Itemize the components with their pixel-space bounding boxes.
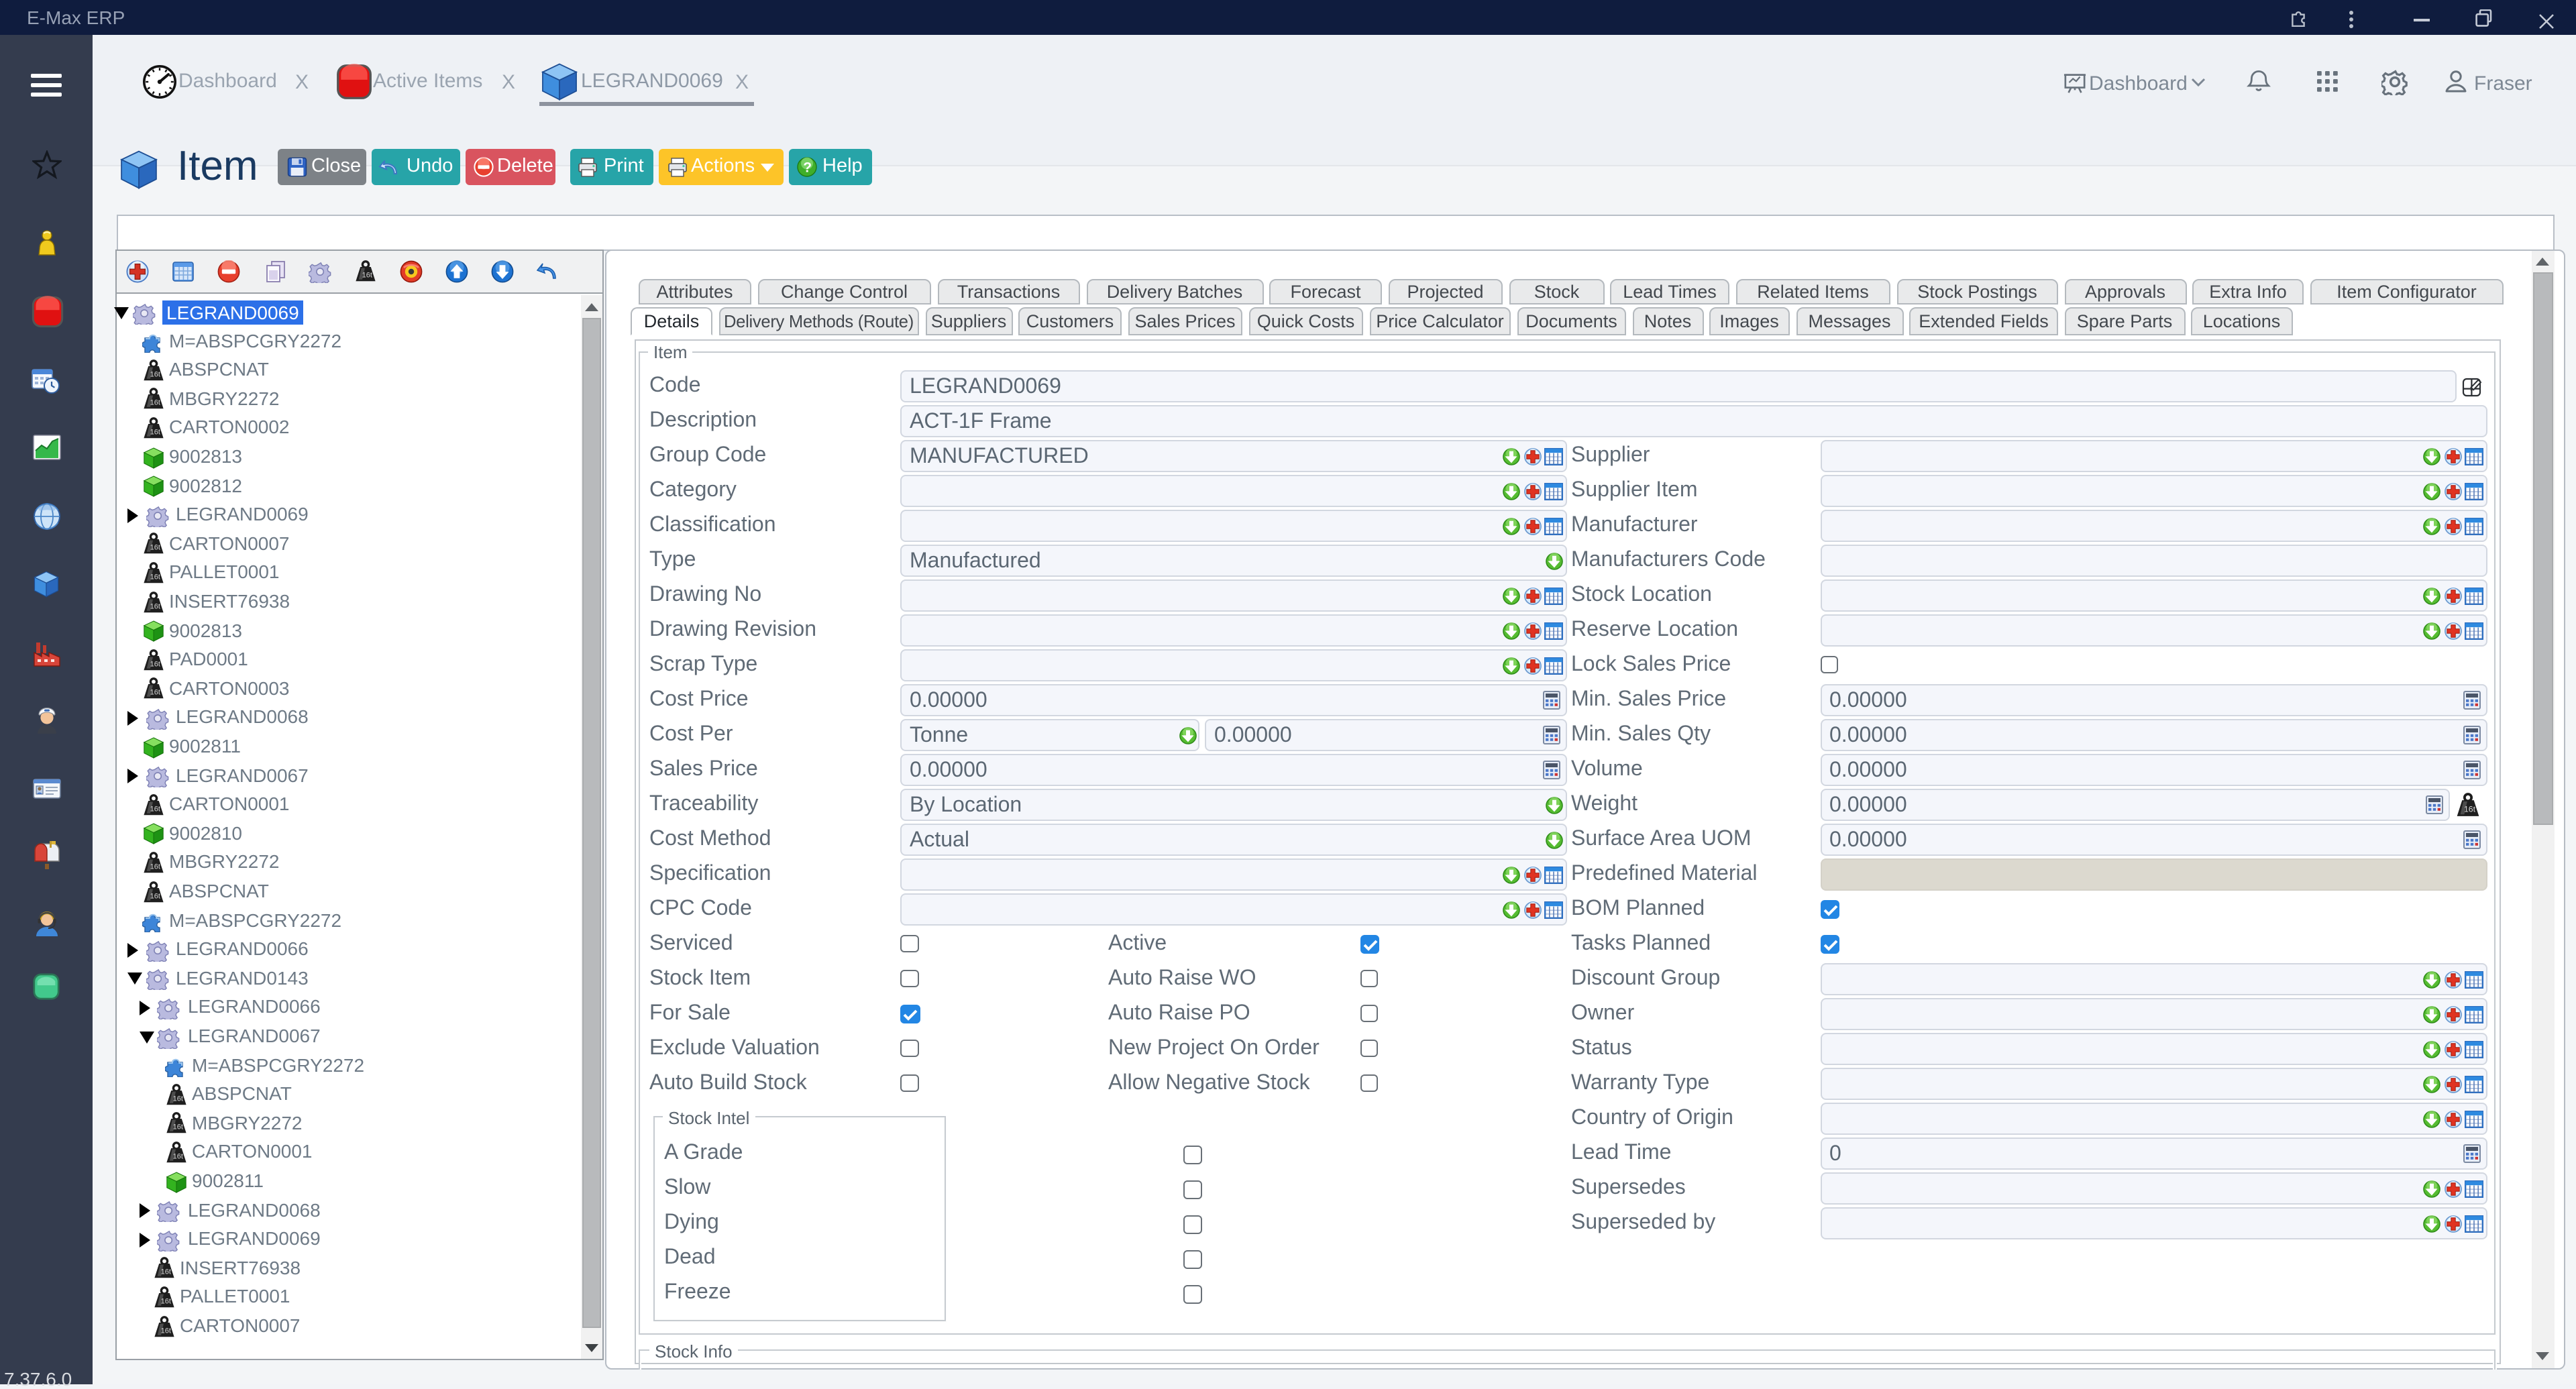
svg-text:16t: 16t [150,660,160,668]
svg-text:16t: 16t [161,1327,171,1335]
svg-text:16t: 16t [150,573,160,581]
svg-text:16t: 16t [161,1297,171,1305]
svg-text:16t: 16t [150,892,160,900]
svg-text:16t: 16t [150,602,160,610]
svg-text:16t: 16t [173,1095,183,1103]
svg-text:16t: 16t [150,805,160,813]
svg-text:16t: 16t [150,399,160,407]
svg-text:?: ? [802,160,811,176]
svg-text:16t: 16t [150,544,160,552]
svg-text:16t: 16t [362,271,372,279]
svg-text:16t: 16t [150,689,160,697]
svg-text:16t: 16t [173,1123,183,1131]
svg-text:16t: 16t [2464,805,2476,814]
svg-text:16t: 16t [150,428,160,436]
svg-text:16t: 16t [161,1268,171,1276]
svg-text:16t: 16t [150,370,160,378]
svg-text:16t: 16t [173,1152,183,1160]
svg-text:16t: 16t [150,863,160,871]
